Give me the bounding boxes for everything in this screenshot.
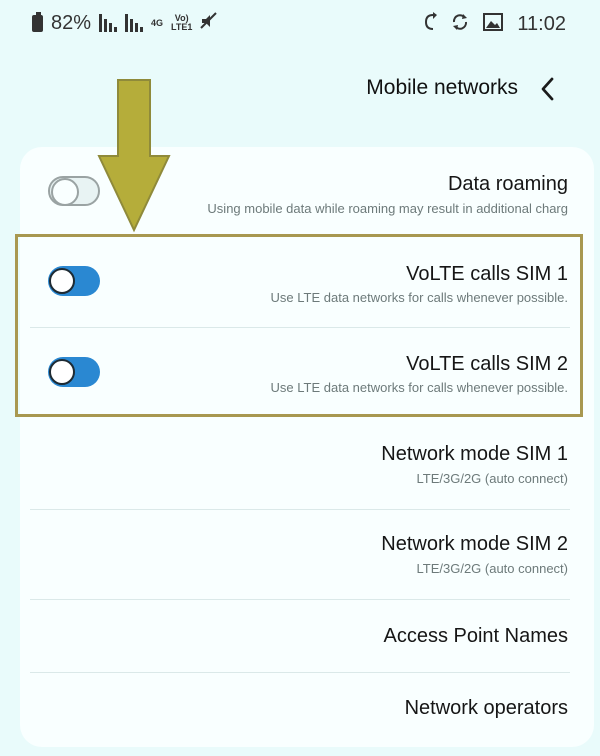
data-roaming-subtitle: Using mobile data while roaming may resu… bbox=[207, 201, 568, 216]
data-roaming-title: Data roaming bbox=[447, 173, 568, 195]
network-mode-sim2-subtitle: LTE/3G/2G (auto connect) bbox=[416, 561, 569, 576]
highlight-box bbox=[15, 234, 583, 417]
network-mode-sim2-row[interactable]: Network mode SIM 2 LTE/3G/2G (auto conne… bbox=[30, 527, 570, 591]
network-operators-title: Network operators bbox=[404, 697, 568, 719]
app-header: Mobile networks bbox=[0, 62, 600, 116]
network-mode-sim1-subtitle: LTE/3G/2G (auto connect) bbox=[416, 471, 569, 486]
divider bbox=[30, 599, 570, 600]
signal-icon-2 bbox=[125, 14, 144, 32]
network-mode-sim1-row[interactable]: Network mode SIM 1 LTE/3G/2G (auto conne… bbox=[30, 437, 570, 501]
status-bar: 82% 4G Vo) LTE1 11:02 bbox=[0, 0, 600, 46]
mute-icon bbox=[200, 11, 218, 35]
network-mode-sim1-title: Network mode SIM 1 bbox=[381, 443, 568, 465]
battery-icon bbox=[32, 11, 43, 32]
call-forward-icon bbox=[423, 12, 438, 37]
network-mode-sim2-title: Network mode SIM 2 bbox=[381, 533, 568, 555]
data-roaming-toggle[interactable] bbox=[48, 176, 100, 206]
access-point-names-row[interactable]: Access Point Names bbox=[30, 613, 570, 663]
volte-indicator: Vo) LTE1 bbox=[171, 14, 192, 32]
network-operators-row[interactable]: Network operators bbox=[30, 685, 570, 735]
status-right: 11:02 bbox=[423, 12, 566, 37]
chevron-left-icon[interactable] bbox=[538, 76, 558, 102]
network-type: 4G bbox=[151, 17, 164, 28]
divider bbox=[30, 672, 570, 673]
sync-icon bbox=[451, 13, 469, 36]
toggle-knob bbox=[51, 178, 79, 206]
clock: 11:02 bbox=[517, 13, 566, 35]
page-title: Mobile networks bbox=[366, 76, 518, 99]
access-point-names-title: Access Point Names bbox=[383, 625, 568, 647]
divider bbox=[30, 509, 570, 510]
status-left: 82% 4G Vo) LTE1 bbox=[32, 11, 218, 35]
gallery-icon bbox=[483, 13, 504, 36]
signal-icon bbox=[99, 14, 118, 32]
volte-bottom: LTE1 bbox=[171, 22, 193, 32]
down-arrow-icon bbox=[97, 79, 171, 233]
battery-percent: 82% bbox=[51, 11, 92, 34]
